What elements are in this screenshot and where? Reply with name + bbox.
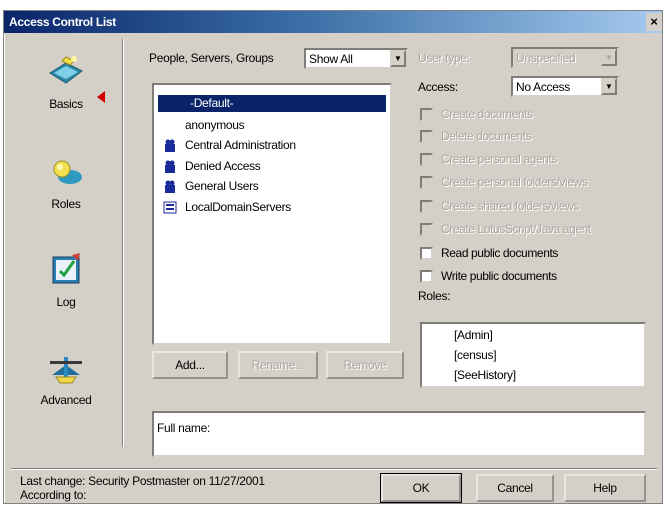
full-name-label: Full name:: [157, 421, 211, 435]
roles-list[interactable]: [Admin] [census] [SeeHistory]: [420, 322, 646, 388]
nav-item-log[interactable]: Log: [11, 249, 121, 309]
checkbox[interactable]: [420, 130, 433, 143]
user-type-value: Unspecified: [516, 51, 576, 65]
checkbox[interactable]: [420, 247, 433, 260]
checkbox[interactable]: [420, 270, 433, 283]
nav-label-log: Log: [56, 295, 76, 309]
remove-button[interactable]: Remove: [326, 351, 404, 379]
role-item[interactable]: [SeeHistory]: [454, 368, 516, 382]
group-icon: [165, 160, 175, 173]
rename-button[interactable]: Rename...: [238, 351, 318, 379]
title-bar[interactable]: Access Control List ×: [4, 11, 662, 33]
nav-item-roles[interactable]: Roles: [11, 151, 121, 211]
log-icon: [52, 253, 80, 284]
chevron-down-icon[interactable]: ▼: [601, 49, 617, 66]
server-group-icon: [163, 201, 177, 214]
chevron-down-icon[interactable]: ▼: [390, 50, 406, 67]
checkbox[interactable]: [420, 176, 433, 189]
access-label: Access:: [418, 80, 458, 94]
last-change-text: Last change: Security Postmaster on 11/2…: [20, 474, 265, 488]
checkbox[interactable]: [420, 223, 433, 236]
close-button[interactable]: ×: [646, 13, 662, 31]
checkbox[interactable]: [420, 153, 433, 166]
filter-dropdown[interactable]: Show All ▼: [304, 48, 408, 69]
add-button[interactable]: Add...: [152, 351, 228, 379]
window-title: Access Control List: [9, 15, 116, 29]
group-icon: [165, 139, 175, 152]
roles-label: Roles:: [418, 289, 451, 303]
full-name-panel: Full name:: [152, 411, 646, 457]
group-icon: [165, 180, 175, 193]
user-type-dropdown[interactable]: Unspecified ▼: [511, 47, 619, 68]
checkbox[interactable]: [420, 108, 433, 121]
advanced-icon: [50, 357, 82, 384]
help-button[interactable]: Help: [564, 474, 646, 502]
filter-label: People, Servers, Groups: [149, 51, 274, 65]
role-item[interactable]: [census]: [454, 348, 497, 362]
checkbox[interactable]: [420, 200, 433, 213]
chevron-down-icon[interactable]: ▼: [601, 78, 617, 95]
footer-divider: [11, 468, 657, 470]
user-type-label: User type:: [418, 51, 470, 65]
basics-icon: [49, 56, 83, 84]
roles-icon: [53, 160, 82, 184]
nav-panel: Basics Roles Log Advanced: [11, 39, 123, 447]
ok-button[interactable]: OK: [380, 473, 462, 503]
selected-marker-icon: [97, 91, 105, 103]
access-dropdown[interactable]: No Access ▼: [511, 76, 619, 97]
role-item[interactable]: [Admin]: [454, 328, 493, 342]
nav-label-advanced: Advanced: [40, 393, 92, 407]
acl-dialog: Access Control List × Basics Roles Log A…: [3, 10, 663, 504]
access-value: No Access: [516, 80, 570, 94]
list-item[interactable]: -Default-: [158, 95, 386, 112]
filter-value: Show All: [309, 52, 353, 66]
acl-entries-list[interactable]: -Default- anonymous Central Administrati…: [152, 83, 392, 345]
nav-label-roles: Roles: [51, 197, 81, 211]
according-to-text: According to:: [20, 488, 87, 502]
nav-item-advanced[interactable]: Advanced: [11, 347, 121, 407]
cancel-button[interactable]: Cancel: [476, 474, 554, 502]
